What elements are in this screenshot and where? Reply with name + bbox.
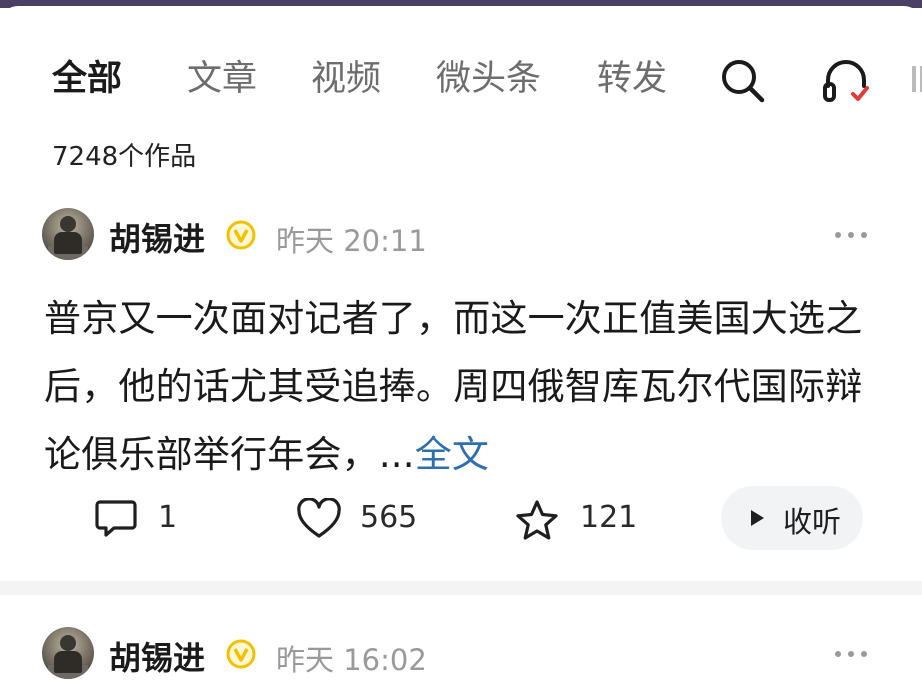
post-time: 昨天 20:11 (276, 224, 427, 258)
post-header: 胡锡进 昨天 16:02 (0, 627, 922, 683)
listen-label: 收听 (783, 505, 842, 539)
post-more-icon[interactable] (834, 230, 868, 240)
feed-divider (0, 581, 922, 595)
comment-icon[interactable] (94, 498, 138, 538)
verified-badge-icon (226, 220, 256, 250)
post-header: 胡锡进 昨天 20:11 (0, 208, 922, 264)
headset-icon[interactable] (820, 56, 872, 104)
like-heart-icon[interactable] (296, 498, 342, 540)
like-count: 565 (360, 500, 418, 535)
tab-videos[interactable]: 视频 (311, 54, 381, 104)
favorite-count: 121 (580, 500, 638, 535)
verified-badge-icon (226, 639, 256, 669)
tab-articles[interactable]: 文章 (187, 54, 257, 104)
author-name[interactable]: 胡锡进 (109, 633, 205, 679)
tab-reposts[interactable]: 转发 (597, 54, 667, 104)
tab-micro-headlines[interactable]: 微头条 (436, 54, 541, 104)
avatar[interactable] (42, 208, 94, 260)
post-body[interactable]: 普京又一次面对记者了，而这一次正值美国大选之后，他的话尤其受追捧。周四俄智库瓦尔… (44, 285, 874, 489)
comment-count: 1 (158, 500, 178, 535)
author-name[interactable]: 胡锡进 (109, 214, 205, 260)
more-icon[interactable] (908, 64, 922, 94)
avatar[interactable] (42, 627, 94, 679)
post-more-icon[interactable] (834, 649, 868, 659)
search-icon[interactable] (718, 56, 766, 104)
favorite-star-icon[interactable] (514, 498, 560, 542)
ellipsis: ... (378, 433, 415, 476)
full-text-link[interactable]: 全文 (415, 433, 489, 476)
post-time: 昨天 16:02 (276, 643, 427, 677)
play-icon (751, 510, 764, 526)
works-count: 7248个作品 (52, 142, 197, 172)
post-actions: 1 565 121 收听 (0, 486, 922, 552)
content-tabs: 全部 文章 视频 微头条 转发 (0, 54, 922, 104)
listen-button[interactable]: 收听 (721, 486, 863, 550)
tab-all[interactable]: 全部 (52, 54, 122, 104)
